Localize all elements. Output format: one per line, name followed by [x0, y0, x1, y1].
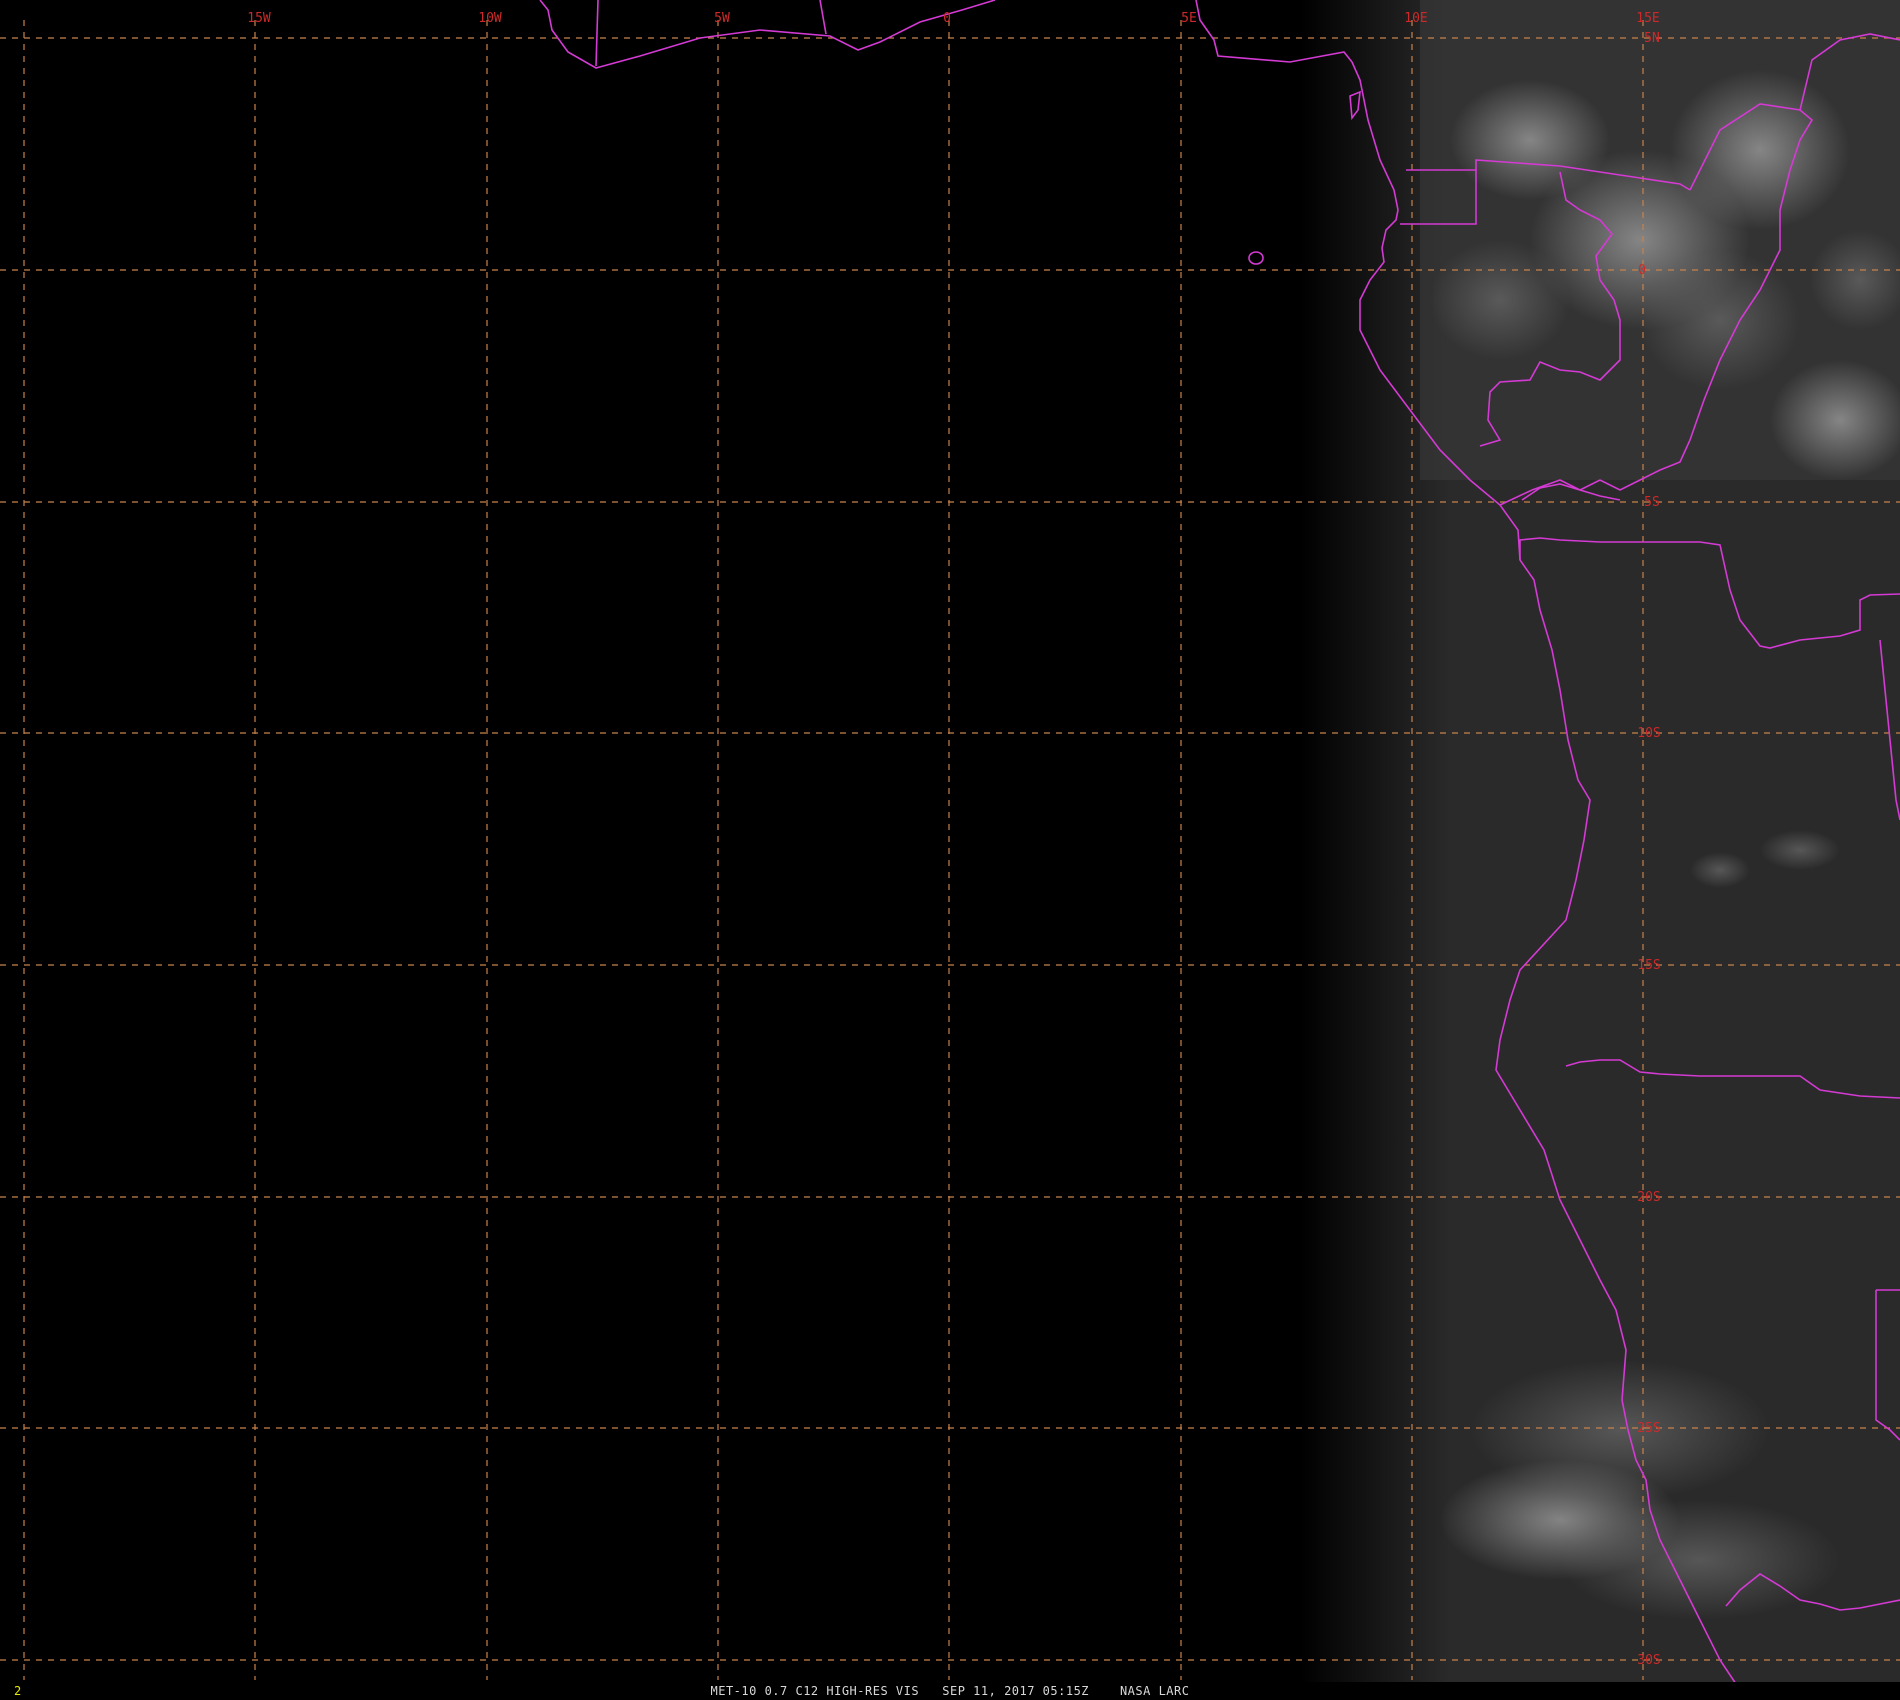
image-caption: MET-10 0.7 C12 HIGH-RES VIS SEP 11, 2017… [0, 1683, 1900, 1699]
longitude-label: 15E [1636, 11, 1659, 26]
caption-product: MET-10 0.7 C12 HIGH-RES VIS [710, 1684, 920, 1698]
west-africa-border [595, 0, 599, 67]
latitude-label: 30S [1637, 1653, 1660, 1668]
island [1248, 251, 1264, 265]
longitude-label: 5W [714, 11, 730, 26]
latitude-label: 25S [1637, 1421, 1660, 1436]
longitude-label: 10W [478, 11, 502, 26]
latitude-label: 5S [1644, 495, 1660, 510]
longitude-label: 10E [1404, 11, 1427, 26]
latitude-label: 15S [1637, 958, 1660, 973]
longitude-label: 15W [247, 11, 271, 26]
caption-source: NASA LARC [1119, 1684, 1190, 1698]
latitude-label: 5N [1644, 31, 1660, 46]
latitude-label: 10S [1637, 726, 1660, 741]
longitude-label: 0 [943, 11, 951, 26]
satellite-map: 15W 10W 5W 0 5E 10E 15E 5N 0 5S 10S 15S … [0, 0, 1900, 1700]
longitude-label: 5E [1181, 11, 1197, 26]
west-africa-coastline [539, 0, 996, 69]
latitude-label: 0 [1638, 263, 1646, 278]
caption-timestamp: SEP 11, 2017 05:15Z [942, 1684, 1090, 1698]
west-africa-border [819, 0, 827, 35]
latitude-label: 20S [1637, 1190, 1660, 1205]
